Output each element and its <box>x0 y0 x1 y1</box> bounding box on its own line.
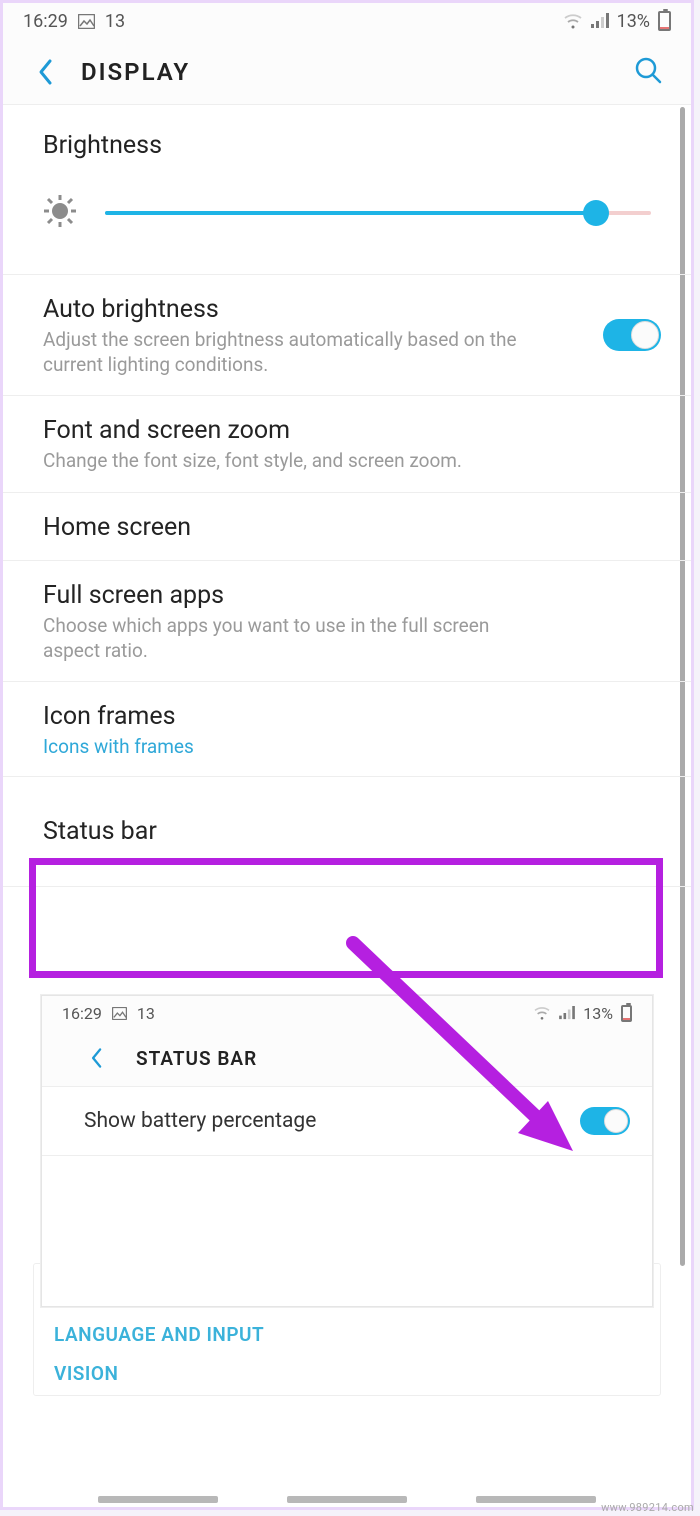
inner-battery-text: 13% <box>583 1004 613 1023</box>
inner-header: STATUS BAR <box>42 1030 652 1086</box>
inner-status-notif: 13 <box>137 1004 155 1023</box>
inner-screenshot: 16:29 13 13% STATUS BAR <box>41 995 653 1307</box>
back-button[interactable] <box>37 52 67 92</box>
inner-page-title: STATUS BAR <box>136 1047 257 1070</box>
font-zoom-title: Font and screen zoom <box>43 416 651 445</box>
nav-recents[interactable] <box>98 1496 218 1503</box>
nav-home[interactable] <box>287 1496 407 1503</box>
full-screen-title: Full screen apps <box>43 581 651 610</box>
font-zoom-sub: Change the font size, font style, and sc… <box>43 449 651 474</box>
home-screen-title: Home screen <box>43 513 651 542</box>
page-title: DISPLAY <box>81 58 190 86</box>
inner-back-button[interactable] <box>90 1041 116 1075</box>
battery-icon <box>658 11 671 31</box>
auto-brightness-toggle[interactable] <box>603 319 661 351</box>
status-battery-text: 13% <box>617 11 650 32</box>
nav-back[interactable] <box>476 1496 596 1503</box>
brightness-title: Brightness <box>43 131 651 160</box>
status-bar-title: Status bar <box>43 817 651 846</box>
status-time: 16:29 <box>23 11 68 32</box>
status-bar-item[interactable]: Status bar <box>3 777 691 887</box>
status-bar: 16:29 13 13% <box>3 3 691 39</box>
image-icon <box>112 1007 127 1020</box>
full-screen-apps-item[interactable]: Full screen apps Choose which apps you w… <box>3 561 691 682</box>
app-header: DISPLAY <box>3 39 691 105</box>
status-notif-count: 13 <box>105 11 125 32</box>
signal-icon <box>591 13 609 29</box>
signal-icon <box>559 1006 575 1020</box>
search-button[interactable] <box>627 49 669 95</box>
auto-brightness-item[interactable]: Auto brightness Adjust the screen bright… <box>3 275 691 396</box>
vision-link[interactable]: VISION <box>54 1362 640 1385</box>
home-screen-item[interactable]: Home screen <box>3 493 691 561</box>
inner-status-bar: 16:29 13 13% <box>42 996 652 1030</box>
font-zoom-item[interactable]: Font and screen zoom Change the font siz… <box>3 396 691 493</box>
wifi-icon <box>563 13 583 29</box>
inner-status-time: 16:29 <box>62 1004 102 1023</box>
show-battery-percentage-item[interactable]: Show battery percentage <box>42 1086 652 1156</box>
show-battery-label: Show battery percentage <box>84 1109 316 1133</box>
language-input-link[interactable]: LANGUAGE AND INPUT <box>54 1323 640 1346</box>
auto-brightness-title: Auto brightness <box>43 295 651 324</box>
auto-brightness-sub: Adjust the screen brightness automatical… <box>43 328 651 377</box>
icon-frames-value: Icons with frames <box>43 735 651 758</box>
brightness-section: Brightness <box>3 105 691 275</box>
image-icon <box>78 14 95 29</box>
icon-frames-title: Icon frames <box>43 702 651 731</box>
brightness-slider[interactable] <box>105 211 651 215</box>
android-nav-bar[interactable] <box>3 1496 691 1503</box>
show-battery-toggle[interactable] <box>580 1107 630 1135</box>
icon-frames-item[interactable]: Icon frames Icons with frames <box>3 682 691 777</box>
watermark: www.989214.com <box>601 1501 694 1514</box>
full-screen-sub: Choose which apps you want to use in the… <box>43 614 651 663</box>
battery-icon <box>621 1005 632 1022</box>
wifi-icon <box>533 1006 551 1020</box>
brightness-gear-icon <box>43 194 77 232</box>
